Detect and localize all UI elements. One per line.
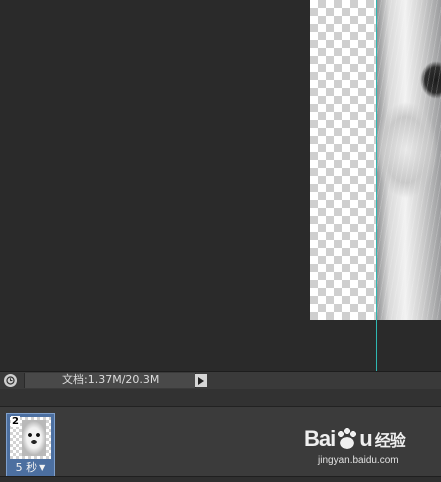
- chevron-down-icon: ▼: [39, 462, 46, 472]
- frame-delay-label: 5 秒: [15, 461, 38, 474]
- canvas-area[interactable]: [0, 0, 441, 371]
- status-menu-arrow-icon[interactable]: [195, 374, 207, 387]
- frame-number: 2: [11, 416, 20, 427]
- document-size-info: 文档:1.37M/20.3M: [62, 373, 160, 386]
- frame-delay-dropdown[interactable]: 5 秒 ▼: [7, 460, 54, 475]
- status-clock-icon[interactable]: [4, 374, 17, 387]
- baidu-jingyan-watermark: Bai u 经验 jingyan.baidu.com: [298, 423, 438, 475]
- baidu-logo: Bai u 经验: [304, 426, 406, 451]
- transparent-canvas-region: [310, 0, 376, 320]
- dog-photo-layer: [376, 0, 441, 320]
- dog-thumbnail-image: [22, 420, 46, 456]
- status-bar: 文档:1.37M/20.3M: [0, 371, 441, 390]
- panel-divider: [0, 389, 441, 406]
- panel-bottom-toolbar: [0, 476, 441, 482]
- paw-icon: [336, 428, 359, 450]
- guide-line[interactable]: [376, 0, 377, 371]
- watermark-url: jingyan.baidu.com: [318, 455, 399, 466]
- animation-frame[interactable]: 2 5 秒 ▼: [6, 413, 55, 477]
- photoshop-window: 文档:1.37M/20.3M 2 5 秒 ▼ Bai u 经验 jingyan.ba…: [0, 0, 441, 482]
